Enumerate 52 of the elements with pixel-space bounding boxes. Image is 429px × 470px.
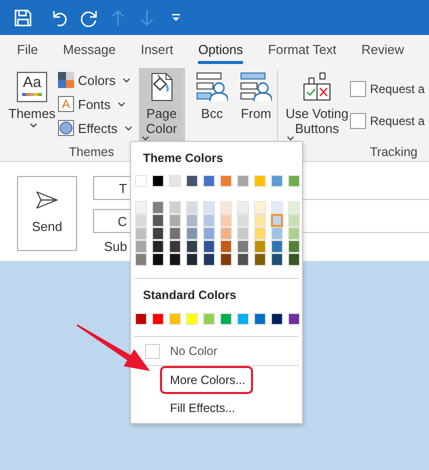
empty-swatch-icon (145, 344, 160, 358)
ribbon-tab[interactable]: Options (198, 35, 244, 65)
caret-icon (30, 123, 37, 128)
bcc-button[interactable]: Bcc (192, 68, 232, 142)
checkbox[interactable] (350, 81, 366, 97)
undo-icon[interactable] (52, 8, 68, 26)
voting-buttons-button[interactable]: Use Voting Buttons (284, 68, 350, 142)
menu-item[interactable]: No Color (160, 337, 226, 365)
theme-effects-button[interactable]: Effects (58, 116, 132, 140)
caret-icon (124, 126, 132, 130)
font-icon: A (58, 96, 74, 112)
group-label: Themes (68, 144, 114, 158)
caret-icon (287, 136, 294, 141)
group-label: Tracking (370, 144, 418, 158)
customize-icon[interactable] (171, 12, 181, 22)
themes-icon: Aa (17, 72, 47, 102)
ribbon-tab[interactable]: Insert (140, 35, 174, 65)
address-list-icon (240, 72, 272, 102)
section-heading: Theme Colors (142, 150, 224, 166)
ribbon-tab[interactable]: Message (62, 35, 116, 65)
send-button[interactable]: Send (17, 176, 77, 251)
section-heading: Standard Colors (142, 287, 238, 303)
paper-plane-icon (36, 191, 58, 209)
color-squares-icon (58, 72, 74, 88)
caret-icon (122, 78, 130, 82)
menu-item[interactable]: More Colors... (160, 366, 254, 394)
from-button[interactable]: From (236, 68, 276, 142)
color-swatch[interactable] (271, 214, 283, 227)
address-button[interactable]: C (93, 209, 130, 233)
theme-colors-button[interactable]: Colors (58, 68, 132, 92)
caret-icon (142, 136, 149, 141)
themes-button[interactable]: Aa Themes (9, 68, 55, 142)
checkbox-label: Request a (370, 114, 425, 128)
circle-icon (58, 120, 74, 136)
address-button[interactable]: T (93, 176, 130, 200)
ribbon-tab[interactable]: Review (361, 35, 404, 65)
address-list-icon (196, 72, 228, 102)
caret-icon (118, 102, 125, 106)
paint-bucket-icon (148, 72, 175, 102)
field-label: Sub (104, 239, 128, 254)
up-arrow-icon[interactable] (111, 8, 125, 26)
ribbon-tab[interactable]: Format Text (268, 35, 336, 65)
checkbox[interactable] (350, 113, 366, 129)
ribbon-tab[interactable]: File (17, 35, 38, 65)
checkbox-label: Request a (370, 82, 425, 96)
save-icon[interactable] (14, 8, 32, 26)
redo-icon[interactable] (80, 8, 98, 26)
page-color-button[interactable]: Page Color (138, 68, 185, 142)
menu-item[interactable]: Fill Effects... (160, 394, 244, 422)
ballot-boxes-icon (303, 72, 331, 102)
down-arrow-icon[interactable] (140, 8, 154, 26)
theme-fonts-button[interactable]: A Fonts (58, 92, 132, 116)
